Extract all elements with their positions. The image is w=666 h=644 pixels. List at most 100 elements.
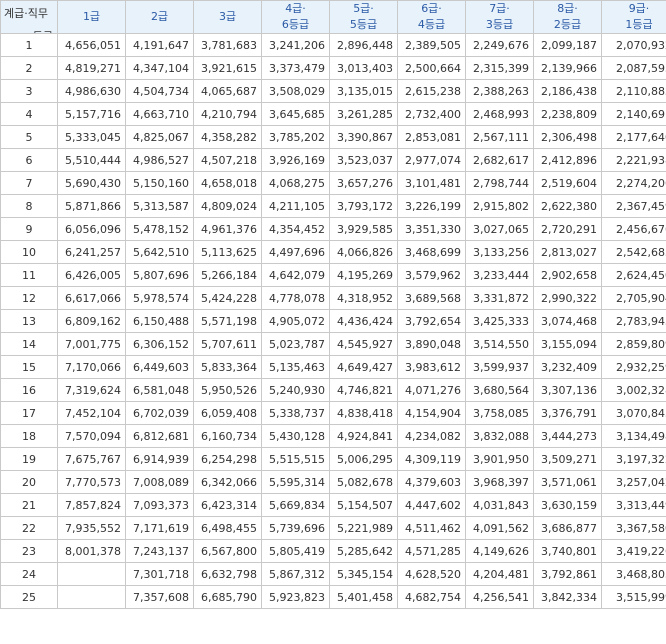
salary-cell: 4,354,452 (261, 217, 330, 241)
step-cell: 19 (0, 447, 58, 471)
salary-cell: 7,243,137 (125, 539, 194, 563)
salary-cell: 5,345,154 (329, 562, 398, 586)
col-header-4: 4급· 6등급 (261, 0, 330, 34)
salary-cell: 2,732,400 (397, 102, 466, 126)
salary-cell: 2,624,450 (601, 263, 666, 287)
col-header-9: 9급· 1등급 (601, 0, 666, 34)
salary-cell: 4,838,418 (329, 401, 398, 425)
salary-cell: 7,770,573 (57, 470, 126, 494)
salary-cell: 3,508,029 (261, 79, 330, 103)
table-row: 14 7,001,775 6,306,152 5,707,611 5,023,787 4,… (0, 332, 666, 356)
salary-cell: 4,825,067 (125, 125, 194, 149)
salary-cell: 4,905,072 (261, 309, 330, 333)
salary-cell: 5,707,611 (193, 332, 262, 356)
salary-cell: 3,686,877 (533, 516, 602, 540)
salary-cell: 3,134,498 (601, 424, 666, 448)
table-body: 1 4,656,051 4,191,647 3,781,683 3,241,206 2,8… (0, 33, 666, 609)
salary-cell: 5,333,045 (57, 125, 126, 149)
salary-cell: 3,226,199 (397, 194, 466, 218)
salary-cell: 3,901,950 (465, 447, 534, 471)
salary-cell: 4,682,754 (397, 585, 466, 609)
salary-cell: 4,256,541 (465, 585, 534, 609)
table-row: 20 7,770,573 7,008,089 6,342,066 5,595,314 5,… (0, 470, 666, 494)
salary-cell: 8,001,378 (57, 539, 126, 563)
salary-cell: 4,663,710 (125, 102, 194, 126)
salary-cell: 4,191,647 (125, 33, 194, 57)
salary-cell: 4,961,376 (193, 217, 262, 241)
table-row: 15 7,170,066 6,449,603 5,833,364 5,135,463 4,… (0, 355, 666, 379)
salary-cell: 4,066,826 (329, 240, 398, 264)
salary-cell: 2,567,111 (465, 125, 534, 149)
salary-cell: 6,150,488 (125, 309, 194, 333)
salary-cell: 5,266,184 (193, 263, 262, 287)
salary-cell: 7,675,767 (57, 447, 126, 471)
salary-cell: 3,233,444 (465, 263, 534, 287)
step-cell: 23 (0, 539, 58, 563)
salary-cell: 5,023,787 (261, 332, 330, 356)
table-row: 16 7,319,624 6,581,048 5,950,526 5,240,930 4,… (0, 378, 666, 402)
salary-cell: 4,309,119 (397, 447, 466, 471)
col-header-1: 1급 (57, 0, 126, 34)
salary-cell: 2,140,691 (601, 102, 666, 126)
salary-cell: 3,373,479 (261, 56, 330, 80)
salary-cell: 4,318,952 (329, 286, 398, 310)
salary-cell: 2,221,938 (601, 148, 666, 172)
salary-cell: 5,157,716 (57, 102, 126, 126)
salary-cell: 5,950,526 (193, 378, 262, 402)
salary-cell: 2,139,966 (533, 56, 602, 80)
step-cell: 25 (0, 585, 58, 609)
salary-cell: 5,240,930 (261, 378, 330, 402)
salary-cell: 2,388,263 (465, 79, 534, 103)
salary-cell: 3,785,202 (261, 125, 330, 149)
step-cell: 22 (0, 516, 58, 540)
salary-cell: 4,211,105 (261, 194, 330, 218)
salary-cell: 5,510,444 (57, 148, 126, 172)
salary-cell: 4,447,602 (397, 493, 466, 517)
salary-cell (57, 585, 126, 609)
step-cell: 1 (0, 33, 58, 57)
salary-cell: 2,915,802 (465, 194, 534, 218)
salary-cell: 2,542,685 (601, 240, 666, 264)
table-row: 7 5,690,430 5,150,160 4,658,018 4,068,275 3,6… (0, 171, 666, 195)
salary-cell: 4,234,082 (397, 424, 466, 448)
salary-cell: 3,645,685 (261, 102, 330, 126)
salary-cell: 4,204,481 (465, 562, 534, 586)
salary-cell: 3,351,330 (397, 217, 466, 241)
salary-cell: 5,135,463 (261, 355, 330, 379)
salary-cell: 3,155,094 (533, 332, 602, 356)
salary-cell: 3,133,256 (465, 240, 534, 264)
table-header: 계급·직무 등급 호봉 1급 2급 3급 4급·6등급 5급·5등급 6급·4등… (0, 0, 666, 34)
col-header-2: 2급 (125, 0, 194, 34)
salary-cell: 3,630,159 (533, 493, 602, 517)
salary-cell: 2,110,883 (601, 79, 666, 103)
salary-cell: 2,932,259 (601, 355, 666, 379)
salary-cell: 7,357,608 (125, 585, 194, 609)
salary-cell: 4,031,843 (465, 493, 534, 517)
salary-cell: 2,813,027 (533, 240, 602, 264)
salary-cell: 5,833,364 (193, 355, 262, 379)
table-row: 22 7,935,552 7,171,619 6,498,455 5,739,696 5,… (0, 516, 666, 540)
salary-cell: 3,313,449 (601, 493, 666, 517)
salary-cell: 3,307,136 (533, 378, 602, 402)
salary-cell: 2,896,448 (329, 33, 398, 57)
salary-cell: 2,412,896 (533, 148, 602, 172)
salary-cell: 5,807,696 (125, 263, 194, 287)
salary-cell: 3,793,172 (329, 194, 398, 218)
salary-cell: 3,135,015 (329, 79, 398, 103)
salary-cell: 3,444,273 (533, 424, 602, 448)
salary-cell: 3,013,403 (329, 56, 398, 80)
salary-cell: 5,978,574 (125, 286, 194, 310)
salary-cell: 2,720,291 (533, 217, 602, 241)
salary-cell: 4,628,520 (397, 562, 466, 586)
salary-cell: 4,649,427 (329, 355, 398, 379)
salary-cell: 4,347,104 (125, 56, 194, 80)
salary-cell: 3,468,699 (397, 240, 466, 264)
salary-cell: 4,571,285 (397, 539, 466, 563)
step-cell: 24 (0, 562, 58, 586)
step-cell: 13 (0, 309, 58, 333)
salary-cell: 4,507,218 (193, 148, 262, 172)
salary-cell: 3,523,037 (329, 148, 398, 172)
salary-cell: 3,002,328 (601, 378, 666, 402)
salary-cell: 5,424,228 (193, 286, 262, 310)
salary-cell: 4,358,282 (193, 125, 262, 149)
